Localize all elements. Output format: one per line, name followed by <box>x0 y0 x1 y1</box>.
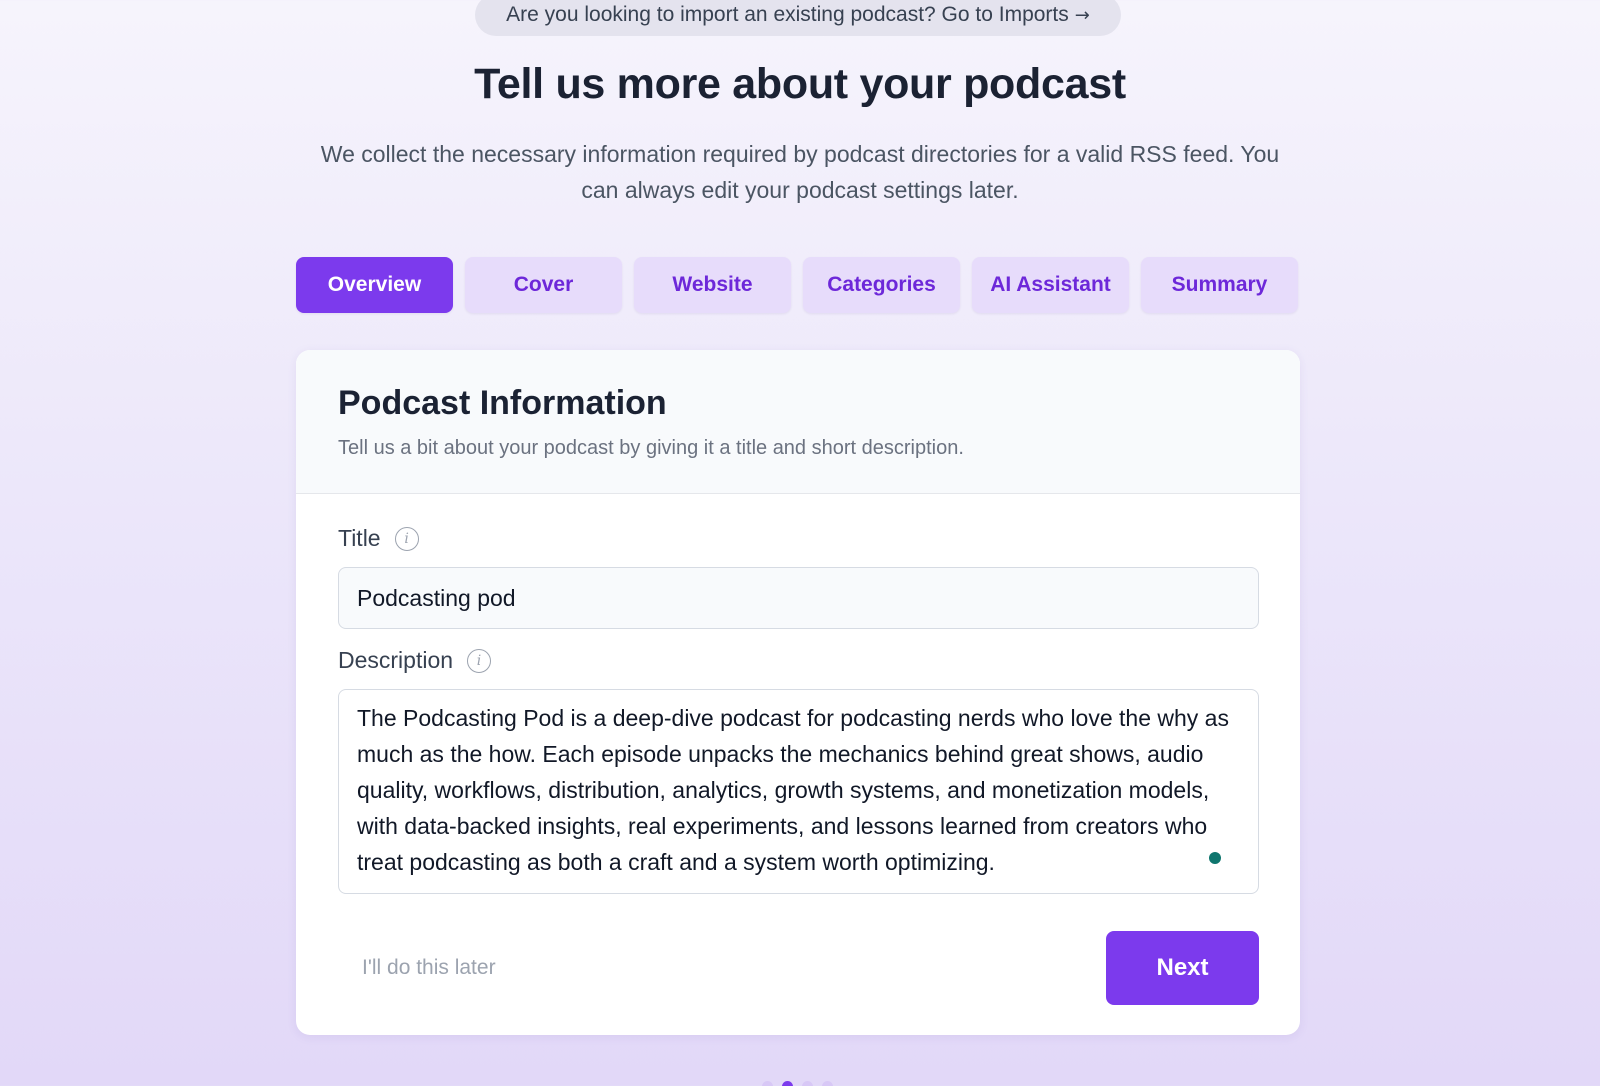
tab-ai-assistant[interactable]: AI Assistant <box>972 257 1129 313</box>
info-icon[interactable]: i <box>394 526 419 551</box>
podcast-information-card: Podcast Information Tell us a bit about … <box>296 350 1300 1035</box>
card-header: Podcast Information Tell us a bit about … <box>296 350 1300 494</box>
description-textarea[interactable]: The Podcasting Pod is a deep-dive podcas… <box>338 689 1259 894</box>
arrow-right-icon: → <box>1074 4 1090 26</box>
card-description: Tell us a bit about your podcast by givi… <box>338 437 964 459</box>
tab-website[interactable]: Website <box>634 257 791 313</box>
tab-categories[interactable]: Categories <box>803 257 960 313</box>
card-title: Podcast Information <box>338 384 667 422</box>
tab-overview[interactable]: Overview <box>296 257 453 313</box>
progress-dot <box>822 1081 833 1086</box>
step-tabs: Overview Cover Website Categories AI Ass… <box>296 257 1298 313</box>
step-progress-dots <box>762 1081 833 1086</box>
import-banner-link[interactable]: Are you looking to import an existing po… <box>475 0 1121 36</box>
skip-later-link[interactable]: I'll do this later <box>362 956 496 980</box>
title-input[interactable] <box>338 567 1259 629</box>
description-label: Description <box>338 647 454 673</box>
import-banner-text: Are you looking to import an existing po… <box>506 3 1069 26</box>
cursor-indicator <box>1209 852 1221 864</box>
next-button[interactable]: Next <box>1106 931 1259 1005</box>
info-icon[interactable]: i <box>467 648 492 673</box>
description-field-label: Description i <box>338 647 492 674</box>
progress-dot <box>762 1081 773 1086</box>
title-label: Title <box>338 525 381 551</box>
page-title: Tell us more about your podcast <box>474 60 1126 108</box>
title-field-label: Title i <box>338 525 419 552</box>
progress-dot <box>782 1081 793 1086</box>
tab-summary[interactable]: Summary <box>1141 257 1298 313</box>
tab-cover[interactable]: Cover <box>465 257 622 313</box>
progress-dot <box>802 1081 813 1086</box>
page-subtitle: We collect the necessary information req… <box>320 141 1280 203</box>
